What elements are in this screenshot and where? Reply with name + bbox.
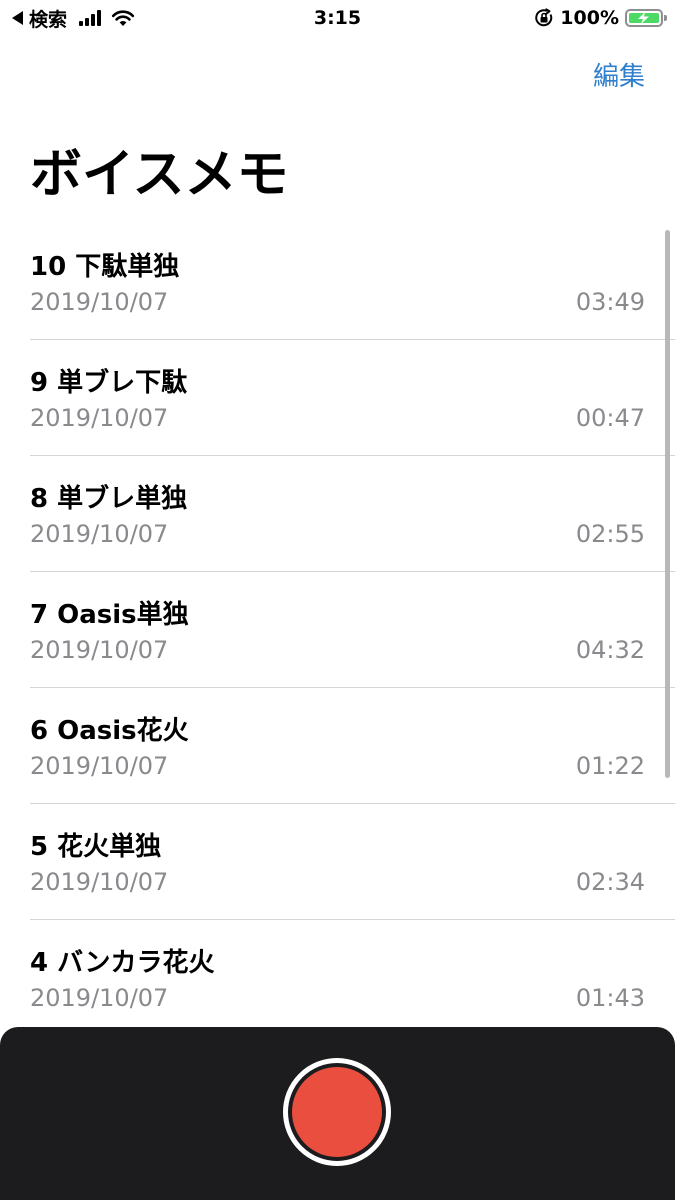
page-title: ボイスメモ: [30, 145, 289, 205]
recording-title: 9 単ブレ下駄: [30, 368, 188, 398]
recording-title: 10 下駄単独: [30, 252, 180, 282]
recording-duration: 03:49: [575, 288, 645, 316]
recording-date: 2019/10/07: [30, 636, 169, 664]
recording-title: 7 Oasis単独: [30, 600, 189, 630]
recording-duration: 00:47: [575, 404, 645, 432]
recording-item[interactable]: 7 Oasis単独 2019/10/07 04:32: [30, 572, 675, 688]
recording-date: 2019/10/07: [30, 520, 169, 548]
recording-duration: 02:34: [575, 868, 645, 896]
recording-date: 2019/10/07: [30, 404, 169, 432]
recording-item[interactable]: 6 Oasis花火 2019/10/07 01:22: [30, 688, 675, 804]
recording-duration: 01:43: [575, 984, 645, 1012]
recording-title: 6 Oasis花火: [30, 716, 189, 746]
battery-cap: [664, 15, 667, 21]
recording-date: 2019/10/07: [30, 288, 169, 316]
battery-charging-icon: [625, 9, 667, 27]
recording-title: 5 花火単独: [30, 832, 162, 862]
recording-duration: 01:22: [575, 752, 645, 780]
recording-item[interactable]: 9 単ブレ下駄 2019/10/07 00:47: [30, 340, 675, 456]
record-button[interactable]: [283, 1058, 391, 1166]
recording-title: 4 バンカラ花火: [30, 948, 215, 978]
status-bar: 検索 3:15 100%: [0, 0, 675, 36]
charging-bolt-icon: [638, 12, 649, 24]
recording-title: 8 単ブレ単独: [30, 484, 188, 514]
recording-item[interactable]: 10 下駄単独 2019/10/07 03:49: [30, 224, 675, 340]
recording-duration: 02:55: [575, 520, 645, 548]
status-right: 100%: [534, 5, 667, 31]
recording-item[interactable]: 5 花火単独 2019/10/07 02:34: [30, 804, 675, 920]
recording-date: 2019/10/07: [30, 984, 169, 1012]
recording-item[interactable]: 8 単ブレ単独 2019/10/07 02:55: [30, 456, 675, 572]
recordings-list[interactable]: 10 下駄単独 2019/10/07 03:49 9 単ブレ下駄 2019/10…: [0, 224, 675, 1028]
recording-date: 2019/10/07: [30, 868, 169, 896]
orientation-lock-icon: [535, 8, 553, 27]
recording-date: 2019/10/07: [30, 752, 169, 780]
battery-percentage: 100%: [560, 7, 619, 29]
recording-duration: 04:32: [575, 636, 645, 664]
scrollbar[interactable]: [665, 230, 670, 778]
record-dot-icon: [292, 1067, 382, 1157]
recording-item[interactable]: 4 バンカラ花火 2019/10/07 01:43: [30, 920, 675, 1028]
edit-button[interactable]: 編集: [593, 56, 645, 93]
record-panel: [0, 1027, 675, 1200]
